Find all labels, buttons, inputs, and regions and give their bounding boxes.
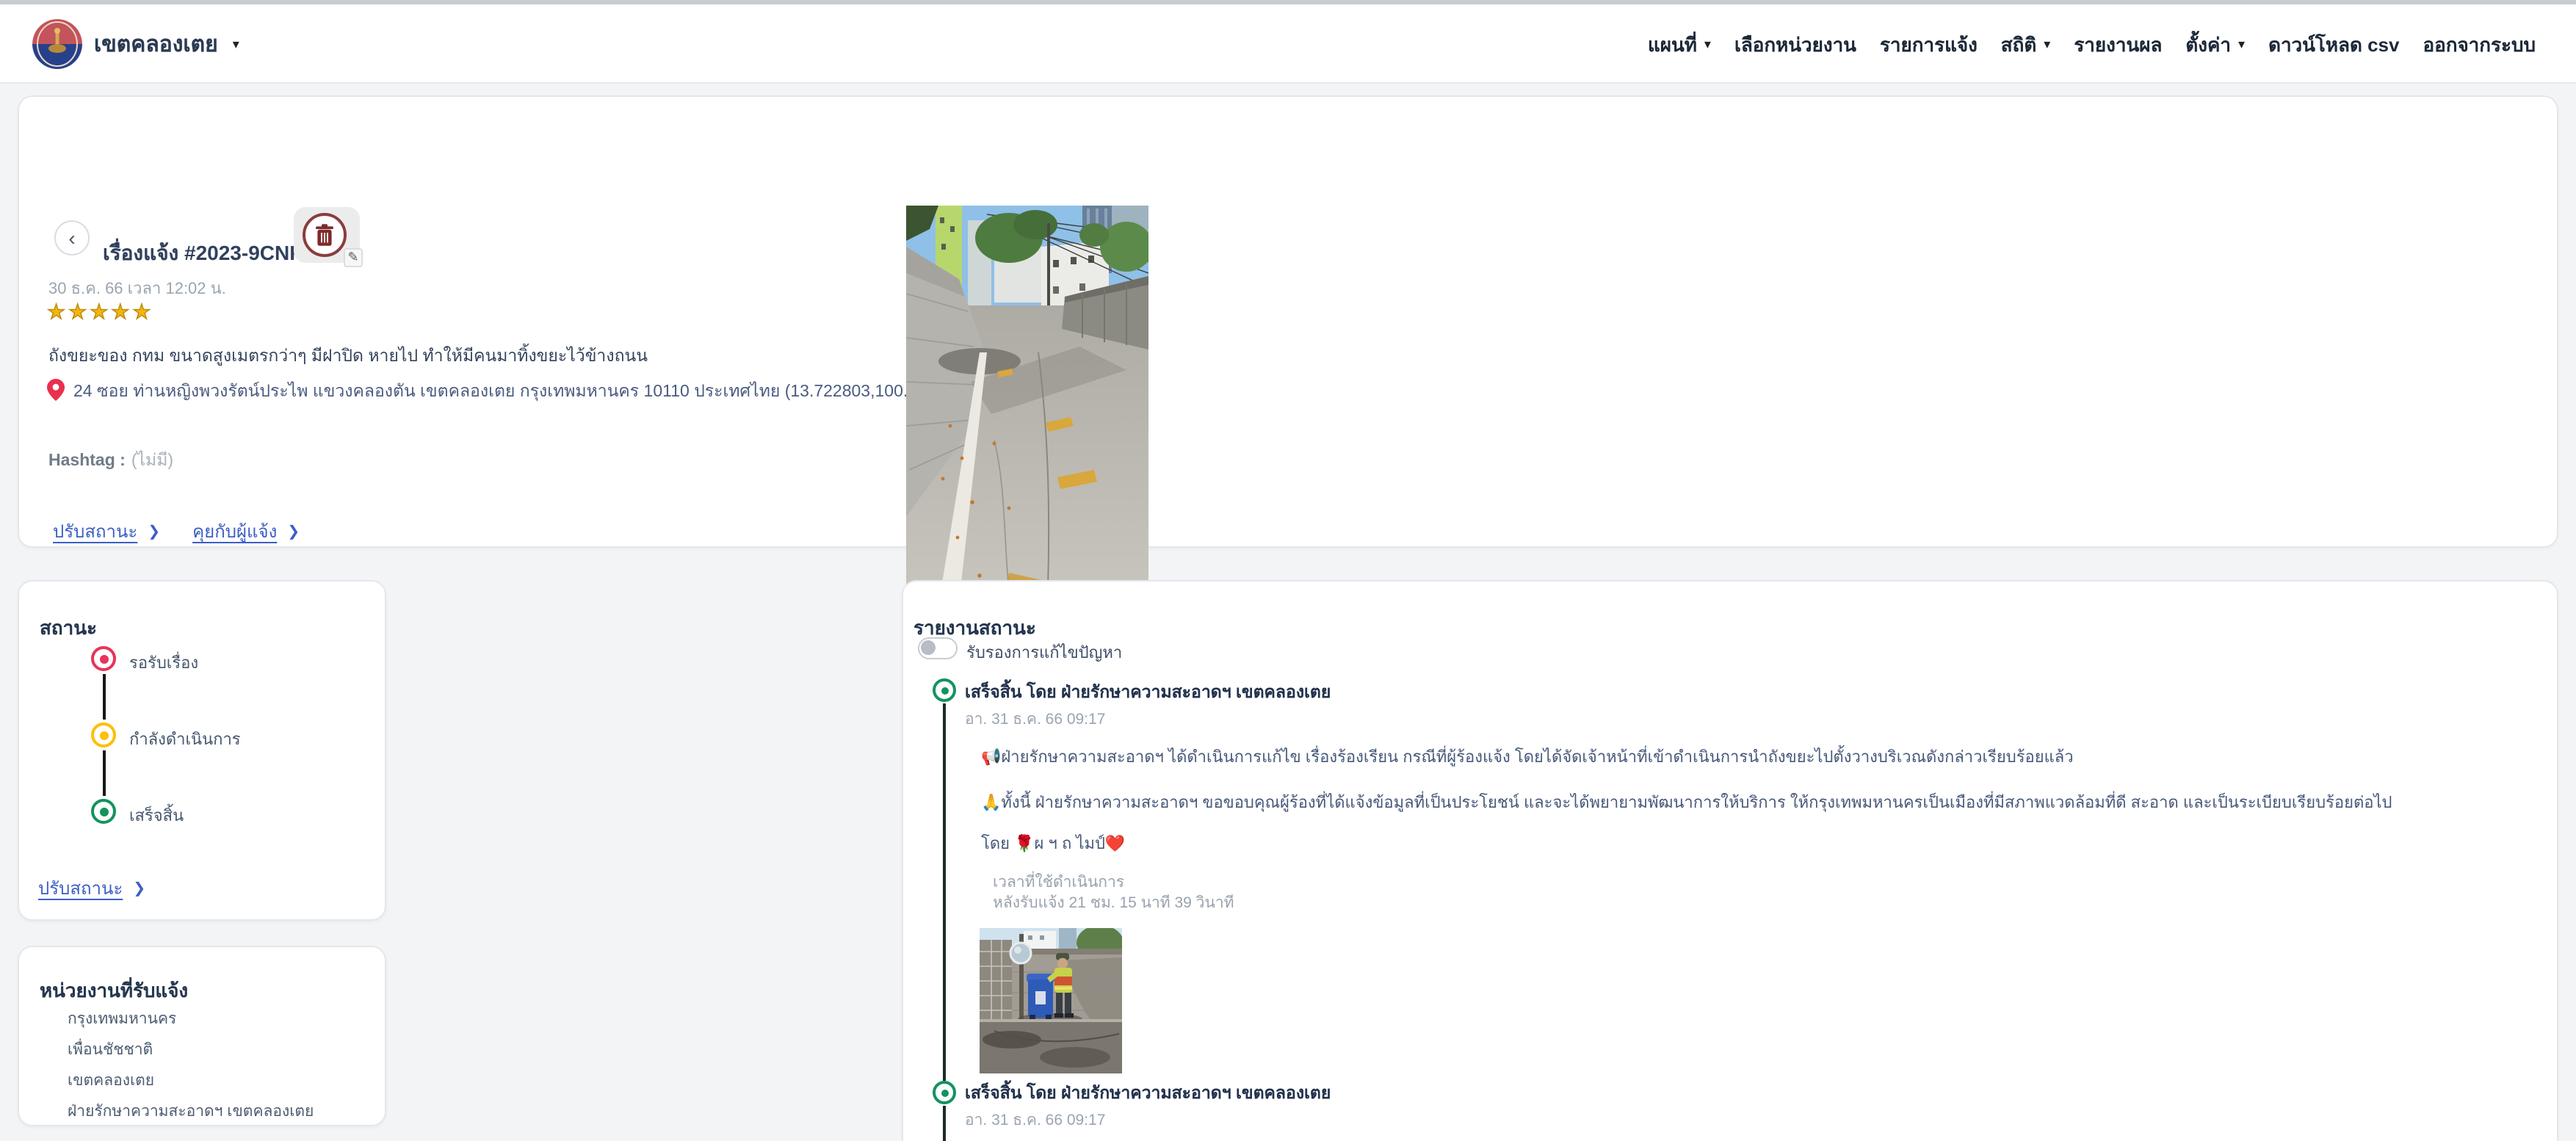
chevron-right-icon: ❯ (133, 881, 145, 897)
report-description: ถังขยะของ กทม ขนาดสูงเมตรกว่าๆ มีฝาปิด ห… (48, 344, 648, 370)
timeline-done-icon (933, 1081, 956, 1104)
status-step-pending-icon (91, 646, 116, 671)
entry-datetime: อา. 31 ธ.ค. 66 09:17 (965, 706, 1105, 731)
menu-download-csv[interactable]: ดาวน์โหลด csv (2268, 29, 2399, 59)
status-step-inprogress-label: กำลังดำเนินการ (129, 725, 241, 752)
chevron-down-icon: ▾ (2238, 36, 2245, 52)
edit-pencil-icon[interactable]: ✎ (344, 248, 363, 267)
status-step-inprogress-icon (91, 722, 116, 747)
page: เขตคลองเตย ▾ แผนที่ ▾ เลือกหน่วยงาน รายกา… (0, 0, 2576, 1141)
agency-item: เขตคลองเตย (68, 1068, 154, 1093)
entry-message-line2: 🙏ทั้งนี้ ฝ่ายรักษาความสะอาดฯ ขอขอบคุณผู้… (981, 789, 2392, 815)
main-menu: แผนที่▾ เลือกหน่วยงาน รายการแจ้ง สถิติ▾ … (1648, 4, 2536, 84)
completion-photo[interactable] (980, 928, 1122, 1073)
menu-label: เลือกหน่วยงาน (1734, 29, 1856, 59)
agency-item: ฝ่ายรักษาความสะอาดฯ เขตคลองเตย (68, 1098, 314, 1123)
adjust-status-link[interactable]: ปรับสถานะ ❯ (53, 518, 160, 546)
menu-label: รายการแจ้ง (1880, 29, 1978, 59)
chevron-right-icon: ❯ (148, 524, 160, 540)
chat-with-reporter-link[interactable]: คุยกับผู้แจ้ง ❯ (192, 518, 300, 546)
report-photo[interactable] (906, 206, 1148, 642)
location-text: 24 ซอย ท่านหญิงพวงรัตน์ประไพ แขวงคลองตัน… (73, 379, 969, 405)
menu-label: ตั้งค่า (2185, 29, 2231, 59)
timeline-connector (943, 703, 946, 1081)
menu-label: รายงานผล (2074, 29, 2162, 59)
status-step-done-label: เสร็จสิ้น (129, 802, 184, 828)
hashtag-row: Hashtag : (ไม่มี) (48, 448, 173, 474)
report-links: ปรับสถานะ ❯ คุยกับผู้แจ้ง ❯ (53, 518, 300, 546)
district-logo-icon (32, 19, 82, 69)
timeline-connector (943, 1106, 946, 1141)
agency-item: กรุงเทพมหานคร (68, 1006, 176, 1031)
chevron-right-icon: ❯ (287, 524, 300, 540)
menu-results-report[interactable]: รายงานผล (2074, 29, 2162, 59)
adjust-status-link-2[interactable]: ปรับสถานะ ❯ (38, 875, 145, 903)
entry-datetime: อา. 31 ธ.ค. 66 09:17 (965, 1107, 1105, 1132)
status-step-done-icon (91, 799, 116, 824)
report-card: ‹ เรื่องแจ้ง #2023-9CNK9D ✎ 30 ธ.ค. 66 เ… (18, 95, 2558, 548)
entry-time-used-value: หลังรับแจ้ง 21 ชม. 15 นาที 39 วินาที (993, 890, 1234, 915)
menu-statistics[interactable]: สถิติ ▾ (2001, 29, 2051, 59)
chevron-down-icon: ▾ (2044, 36, 2050, 52)
menu-settings[interactable]: ตั้งค่า ▾ (2185, 29, 2245, 59)
back-button[interactable]: ‹ (54, 220, 90, 256)
district-selector[interactable]: เขตคลองเตย ▾ (32, 19, 239, 69)
link-label: คุยกับผู้แจ้ง (192, 518, 277, 546)
district-name: เขตคลองเตย (94, 26, 218, 62)
certify-toggle[interactable] (918, 637, 958, 659)
menu-report-list[interactable]: รายการแจ้ง (1880, 29, 1978, 59)
menu-label: สถิติ (2001, 29, 2037, 59)
menu-label: ออกจากระบบ (2423, 29, 2536, 59)
entry-title: เสร็จสิ้น โดย ฝ่ายรักษาความสะอาดฯ เขตคลอ… (965, 680, 1331, 706)
link-label: ปรับสถานะ (38, 875, 123, 903)
hashtag-value: (ไม่มี) (131, 452, 173, 470)
hashtag-label: Hashtag : (48, 452, 126, 470)
link-label: ปรับสถานะ (53, 518, 137, 546)
status-connector (103, 674, 106, 720)
entry-title: เสร็จสิ้น โดย ฝ่ายรักษาความสะอาดฯ เขตคลอ… (965, 1081, 1331, 1107)
menu-map[interactable]: แผนที่ ▾ (1648, 29, 1711, 59)
certify-toggle-label: รับรองการแก้ไขปัญหา (966, 639, 1122, 665)
menu-logout[interactable]: ออกจากระบบ (2423, 29, 2536, 59)
menu-select-agency[interactable]: เลือกหน่วยงาน (1734, 29, 1856, 59)
location-row: 24 ซอย ท่านหญิงพวงรัตน์ประไพ แขวงคลองตัน… (47, 379, 969, 408)
status-connector (103, 750, 106, 796)
category-badge[interactable]: ✎ (294, 207, 360, 263)
location-pin-icon (47, 379, 65, 408)
menu-label: แผนที่ (1648, 29, 1697, 59)
status-step-pending-label: รอรับเรื่อง (129, 649, 198, 675)
rating-stars: ★★★★★ (47, 300, 154, 325)
trash-bin-icon (303, 213, 347, 257)
timeline-done-icon (933, 678, 956, 702)
entry-byline: โดย 🌹ผ ฯ ถ ไมป์❤️ (981, 830, 1125, 856)
status-card-title: สถานะ (40, 612, 97, 643)
status-report-card: รายงานสถานะ (902, 580, 2558, 1141)
back-chevron-icon: ‹ (68, 226, 75, 250)
chevron-down-icon: ▾ (1704, 36, 1711, 52)
menu-label: ดาวน์โหลด csv (2268, 29, 2399, 59)
chevron-down-icon: ▾ (233, 36, 239, 52)
agencies-card-title: หน่วยงานที่รับแจ้ง (40, 975, 188, 1006)
agency-item: เพื่อนชัชชาติ (68, 1037, 153, 1062)
navbar: เขตคลองเตย ▾ แผนที่ ▾ เลือกหน่วยงาน รายกา… (0, 4, 2576, 84)
entry-message-line1: 📢ฝ่ายรักษาความสะอาดฯ ได้ดำเนินการแก้ไข เ… (981, 743, 2074, 769)
report-datetime: 30 ธ.ค. 66 เวลา 12:02 น. (48, 275, 226, 301)
